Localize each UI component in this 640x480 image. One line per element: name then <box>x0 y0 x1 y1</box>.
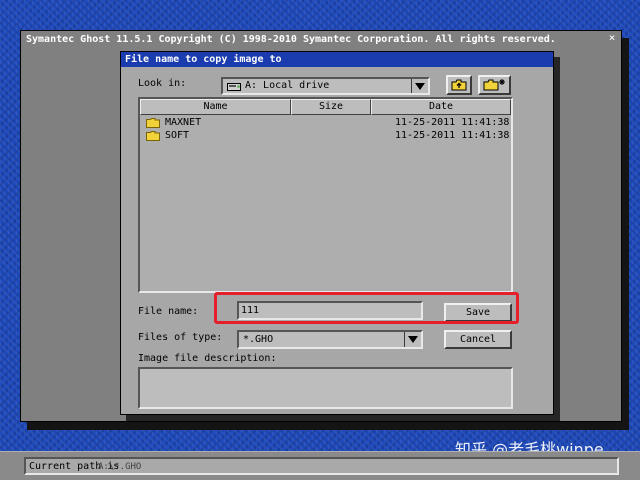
files-of-type-dropdown[interactable]: *.GHO <box>237 330 423 349</box>
status-bar: Current path is A:\*.GHO <box>0 451 640 480</box>
drive-icon <box>227 83 241 91</box>
files-of-type-label: Files of type: <box>138 332 223 343</box>
list-item[interactable]: MAXNET 11-25-2011 11:41:38 <box>140 117 511 129</box>
current-path: A:\*.GHO <box>98 462 142 472</box>
save-button[interactable]: Save <box>444 303 512 322</box>
chevron-down-icon[interactable] <box>411 79 428 93</box>
column-header-date[interactable]: Date <box>371 99 511 115</box>
new-folder-icon <box>483 79 505 91</box>
save-button-label: Save <box>465 307 491 318</box>
file-date: 11-25-2011 11:41:38 <box>395 117 510 128</box>
folder-icon <box>146 131 160 141</box>
chevron-down-icon[interactable] <box>404 332 421 347</box>
description-field[interactable] <box>138 367 513 409</box>
column-header-size[interactable]: Size <box>291 99 371 115</box>
cancel-button[interactable]: Cancel <box>444 330 512 349</box>
look-in-dropdown[interactable]: A: Local drive <box>221 77 430 95</box>
look-in-label: Look in: <box>138 78 187 89</box>
files-of-type-value: *.GHO <box>243 334 274 345</box>
status-field: Current path is A:\*.GHO <box>24 457 619 475</box>
folder-icon <box>146 118 160 128</box>
file-list[interactable]: Name Size Date MAXNET 11-25-2011 11:41:3… <box>138 97 513 293</box>
up-folder-button[interactable] <box>446 75 472 95</box>
main-window-title: Symantec Ghost 11.5.1 Copyright (C) 1998… <box>23 33 619 47</box>
column-header-name[interactable]: Name <box>140 99 291 115</box>
dialog-title: File name to copy image to <box>121 52 553 67</box>
file-name: SOFT <box>165 130 190 141</box>
look-in-value: A: Local drive <box>245 80 330 91</box>
up-folder-icon <box>451 79 467 91</box>
save-image-dialog: File name to copy image to Look in: A: L… <box>120 51 554 415</box>
file-name-input[interactable] <box>237 301 423 320</box>
file-name-label: File name: <box>138 306 199 317</box>
close-icon[interactable]: × <box>607 32 617 43</box>
file-name: MAXNET <box>165 117 202 128</box>
description-label: Image file description: <box>138 353 277 364</box>
file-date: 11-25-2011 11:41:38 <box>395 130 510 141</box>
list-item[interactable]: SOFT 11-25-2011 11:41:38 <box>140 130 511 142</box>
cancel-button-label: Cancel <box>459 334 497 345</box>
new-folder-button[interactable] <box>478 75 511 95</box>
